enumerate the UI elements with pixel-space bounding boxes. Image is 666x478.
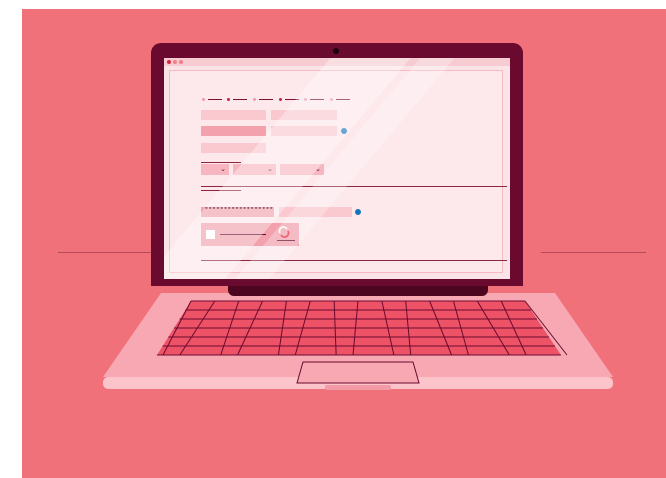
- laptop-base: [103, 293, 613, 390]
- section-divider: [201, 186, 507, 187]
- step-line: [233, 99, 247, 100]
- email-field[interactable]: [201, 126, 266, 136]
- captcha-brand-line: [277, 240, 295, 241]
- section-divider: [201, 162, 241, 163]
- focus-indicator: [341, 128, 347, 134]
- chevron-down-icon: ⌄: [315, 166, 321, 173]
- checkbox-icon[interactable]: [206, 230, 215, 239]
- step-dot: [330, 98, 333, 101]
- captcha-widget: [201, 223, 299, 246]
- step-dot: [202, 98, 205, 101]
- keyboard: [157, 300, 568, 356]
- captcha-label-line: [220, 234, 266, 235]
- step-line: [259, 99, 273, 100]
- window-titlebar: [164, 58, 510, 66]
- step-dot: [253, 98, 256, 101]
- day-select[interactable]: ⌄: [201, 164, 229, 175]
- chevron-down-icon: ⌄: [220, 166, 226, 173]
- form-footer-divider: [201, 260, 507, 261]
- password-field[interactable]: ••••••••••••••••••••••: [201, 207, 274, 217]
- step-dot: [227, 98, 230, 101]
- window-dots-icon[interactable]: [173, 60, 177, 64]
- last-name-field[interactable]: [271, 110, 337, 120]
- step-line: [336, 99, 350, 100]
- subsection-divider: [201, 190, 241, 191]
- confirm-password-field[interactable]: [279, 207, 352, 217]
- step-dot: [279, 98, 282, 101]
- step-line: [310, 99, 324, 100]
- horizon-line-right: [541, 252, 646, 253]
- month-select[interactable]: ⌄: [233, 164, 276, 175]
- camera-icon: [333, 48, 339, 54]
- step-line: [208, 99, 222, 100]
- address-field[interactable]: [201, 143, 266, 153]
- window-dots-icon[interactable]: [179, 60, 183, 64]
- first-name-field[interactable]: [201, 110, 266, 120]
- password-mask: ••••••••••••••••••••••: [204, 207, 274, 213]
- focus-indicator: [355, 209, 361, 215]
- step-line: [285, 99, 299, 100]
- window-dots-icon[interactable]: [167, 60, 171, 64]
- chevron-down-icon: ⌄: [267, 166, 273, 173]
- year-select[interactable]: ⌄: [280, 164, 324, 175]
- laptop-notch: [325, 385, 391, 390]
- laptop-hinge: [228, 286, 488, 296]
- trackpad: [296, 361, 420, 384]
- phone-field[interactable]: [271, 126, 337, 136]
- step-dot: [304, 98, 307, 101]
- captcha-refresh-icon[interactable]: [278, 226, 290, 238]
